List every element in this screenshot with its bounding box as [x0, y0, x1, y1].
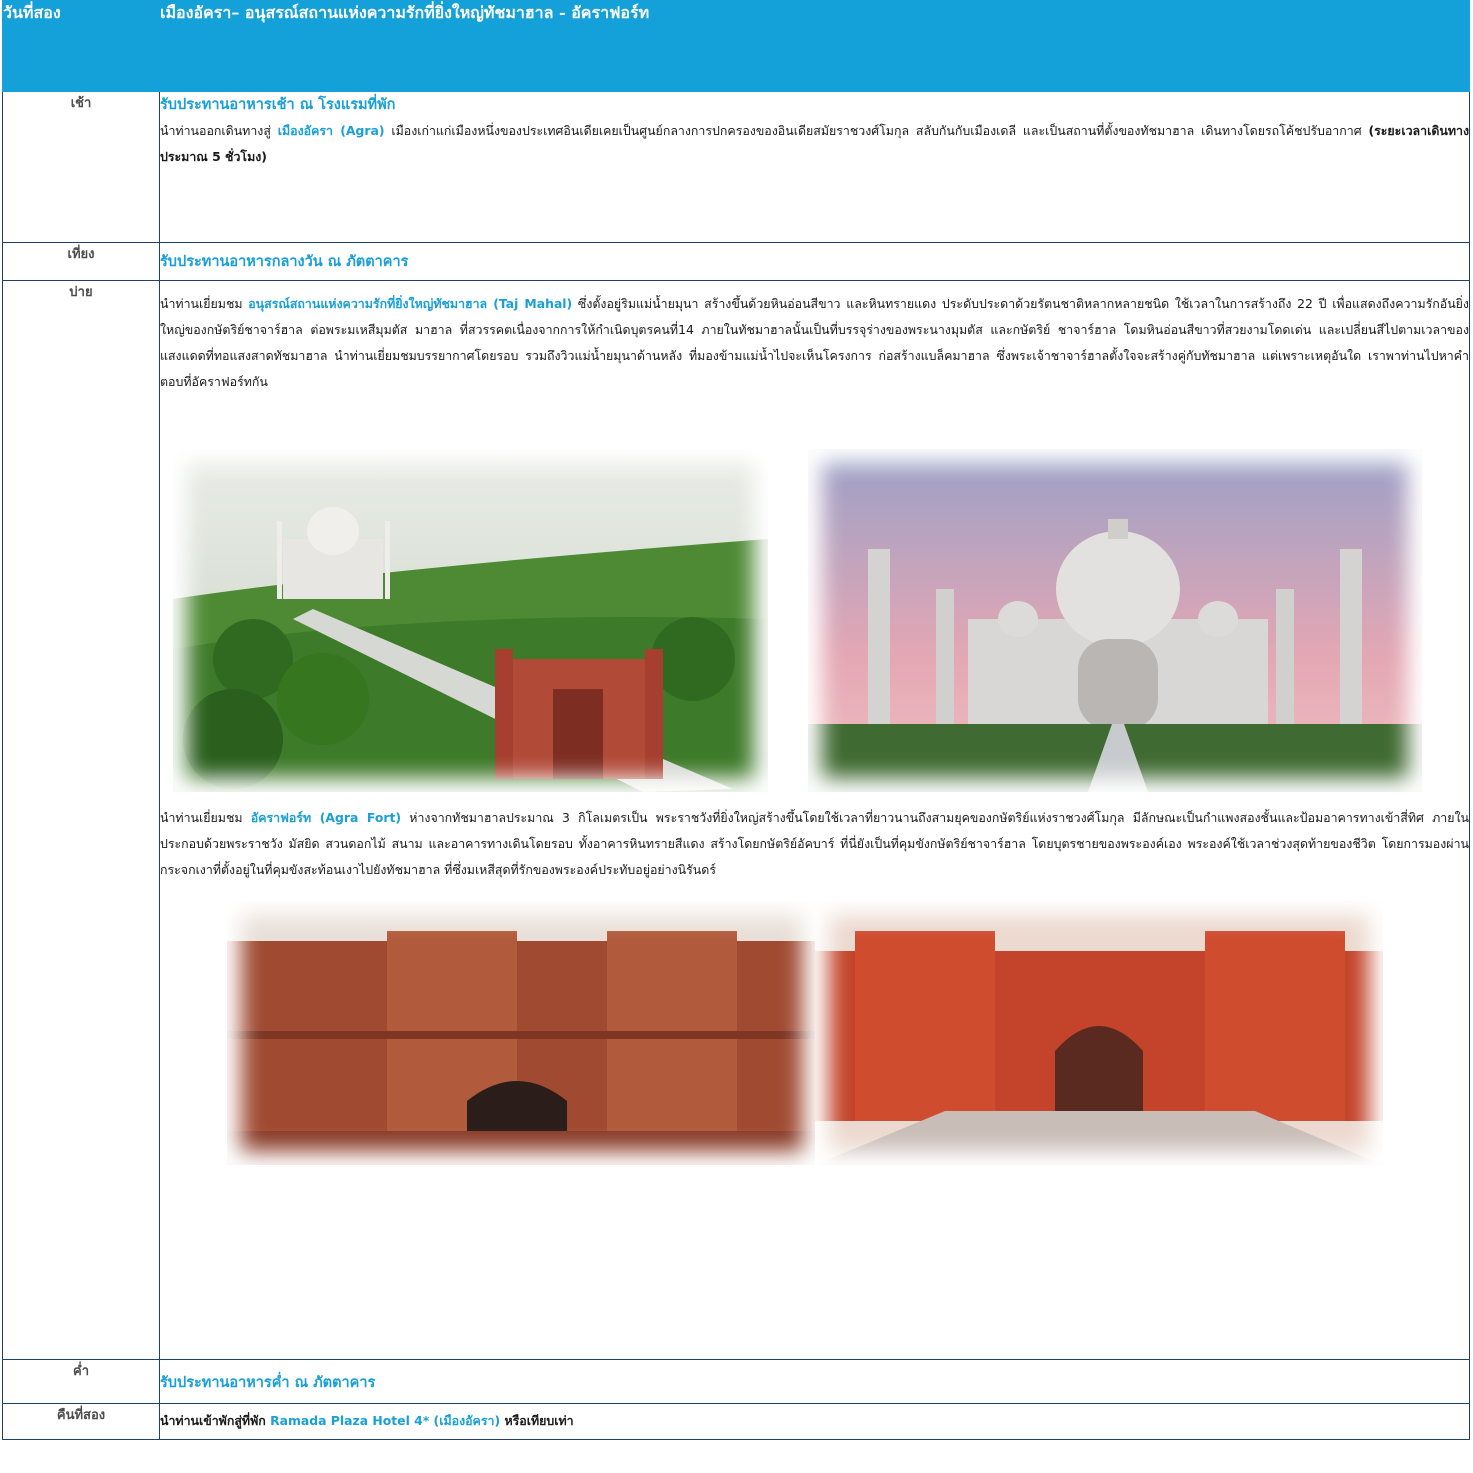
time-night: คืนที่สอง — [2, 1403, 160, 1440]
time-afternoon: บ่าย — [2, 280, 160, 1360]
morning-text-1: นำท่านออกเดินทางสู่ — [160, 123, 278, 138]
content-evening: รับประทานอาหารค่ำ ณ ภัตตาคาร — [159, 1359, 1470, 1404]
day-label: วันที่สอง — [2, 0, 160, 92]
time-morning: เช้า — [2, 91, 160, 243]
taj-text-1: นำท่านเยี่ยมชม — [160, 296, 249, 311]
content-afternoon: นำท่านเยี่ยมชม อนุสรณ์สถานแห่งความรักที่… — [159, 280, 1470, 1360]
fort-text-1: นำท่านเยี่ยมชม — [160, 810, 251, 825]
row-evening: ค่ำ รับประทานอาหารค่ำ ณ ภัตตาคาร — [2, 1359, 1470, 1404]
meal-lunch: รับประทานอาหารกลางวัน ณ ภัตตาคาร — [160, 253, 409, 270]
fort-paragraph: นำท่านเยี่ยมชม อัคราฟอร์ท (Agra Fort) ห่… — [160, 805, 1469, 883]
meal-breakfast: รับประทานอาหารเช้า ณ โรงแรมที่พัก — [160, 96, 396, 113]
morning-text-2: เมืองเก่าแก่เมืองหนึ่งของประเทศอินเดียเค… — [384, 123, 1369, 138]
content-night: นำท่านเข้าพักสู่ที่พัก Ramada Plaza Hote… — [159, 1403, 1470, 1440]
hotel-text-2: หรือเทียบเท่า — [500, 1413, 574, 1428]
time-evening: ค่ำ — [2, 1359, 160, 1404]
content-morning: รับประทานอาหารเช้า ณ โรงแรมที่พัก นำท่าน… — [159, 91, 1470, 243]
row-afternoon: บ่าย นำท่านเยี่ยมชม อนุสรณ์สถานแห่งความร… — [2, 280, 1470, 1360]
agra-fort-entrance-photo — [815, 901, 1383, 1165]
day-title: เมืองอัครา– อนุสรณ์สถานแห่งความรักที่ยิ่… — [159, 0, 1470, 92]
row-morning: เช้า รับประทานอาหารเช้า ณ โรงแรมที่พัก น… — [2, 91, 1470, 243]
agra-highlight: เมืองอัครา (Agra) — [277, 123, 385, 138]
hotel-text-1: นำท่านเข้าพักสู่ที่พัก — [160, 1413, 271, 1428]
hotel-name: Ramada Plaza Hotel 4* (เมืองอัครา) — [270, 1413, 501, 1428]
taj-photo-row — [160, 395, 1469, 805]
taj-aerial-photo — [173, 449, 768, 792]
content-noon: รับประทานอาหารกลางวัน ณ ภัตตาคาร — [159, 242, 1470, 281]
meal-dinner: รับประทานอาหารค่ำ ณ ภัตตาคาร — [160, 1374, 376, 1391]
row-noon: เที่ยง รับประทานอาหารกลางวัน ณ ภัตตาคาร — [2, 242, 1470, 281]
taj-paragraph: นำท่านเยี่ยมชม อนุสรณ์สถานแห่งความรักที่… — [160, 291, 1469, 395]
itinerary-table: วันที่สอง เมืองอัครา– อนุสรณ์สถานแห่งควา… — [2, 0, 1470, 1440]
fort-photo-row — [160, 883, 1469, 1183]
morning-paragraph: นำท่านออกเดินทางสู่ เมืองอัครา (Agra) เม… — [160, 118, 1469, 170]
agra-fort-gate-photo — [227, 901, 817, 1165]
fort-highlight: อัคราฟอร์ท (Agra Fort) — [250, 810, 402, 825]
time-noon: เที่ยง — [2, 242, 160, 281]
taj-highlight: อนุสรณ์สถานแห่งความรักที่ยิ่งใหญ่ทัชมาฮา… — [248, 296, 573, 311]
taj-mahal-front-photo — [808, 449, 1422, 792]
day-header-row: วันที่สอง เมืองอัครา– อนุสรณ์สถานแห่งควา… — [2, 0, 1470, 92]
row-night: คืนที่สอง นำท่านเข้าพักสู่ที่พัก Ramada … — [2, 1403, 1470, 1440]
